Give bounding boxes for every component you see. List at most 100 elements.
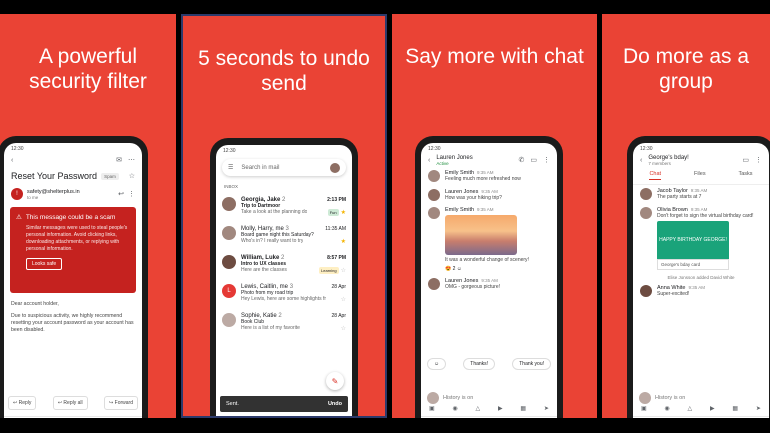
chat-message: Lauren Jones 9:35 AM How was your hiking t… [421, 186, 557, 205]
headline: A powerful security filter [29, 45, 147, 93]
message-time: 9:35 AM [481, 277, 498, 283]
more-icon[interactable]: ⋮ [128, 190, 135, 198]
add-reaction-icon[interactable]: ☺ [457, 266, 462, 272]
more-icon[interactable]: ⋯ [128, 156, 135, 164]
star-icon[interactable]: ☆ [341, 267, 346, 274]
search-placeholder: Search in mail [241, 164, 280, 171]
email-row[interactable]: William, Luke 2 8:57 PM Intro to UX classe… [216, 251, 352, 280]
chat-message: Jacob Taylor 9:35 AM The party starts at … [633, 185, 769, 204]
more-icon[interactable]: ⋮ [543, 156, 550, 164]
chat-message: Anna White 9:35 AM Super-excited! [633, 282, 769, 301]
message-time: 9:35 AM [690, 206, 708, 212]
video-icon[interactable]: ▭ [530, 156, 537, 164]
status-time: 12:30 [11, 146, 24, 152]
reply-all-button[interactable]: ↩ Reply all [52, 396, 88, 410]
message-text: It was a wonderful change of scenery! [445, 257, 529, 263]
compose-placeholder[interactable]: History is on [443, 395, 473, 401]
video-icon[interactable]: ▭ [742, 156, 749, 164]
reply-button[interactable]: ↩ Reply [8, 396, 37, 410]
image-icon[interactable]: ▣ [429, 405, 435, 412]
star-icon[interactable]: ☆ [341, 296, 346, 303]
reaction-count: 2 [452, 265, 456, 272]
headline: Say more with chat [405, 45, 584, 68]
meet-icon[interactable]: ▶ [710, 405, 715, 412]
undo-button[interactable]: Undo [328, 401, 342, 407]
camera-icon[interactable]: ◉ [664, 405, 669, 412]
avatar [222, 255, 236, 269]
sunset-photo[interactable] [445, 215, 517, 255]
headline: Do more as a group [622, 45, 750, 93]
warning-title: This message could be a scam [25, 213, 116, 221]
looks-safe-button[interactable]: Looks safe [26, 258, 63, 270]
smart-reply-chip[interactable]: Thanks! [463, 358, 496, 370]
email-time: 8:57 PM [327, 255, 346, 261]
calendar-icon[interactable]: ▦ [520, 405, 526, 412]
reaction-row[interactable]: 😍 2 ☺ [445, 266, 529, 272]
compose-pencil-icon[interactable]: ✎ [326, 372, 344, 390]
send-icon[interactable]: ➤ [544, 405, 549, 412]
back-arrow-icon[interactable]: ‹ [640, 157, 642, 164]
panel-security: A powerful security filter 12:30 ‹ ✉ ⋯ R… [0, 14, 176, 418]
avatar[interactable] [330, 162, 340, 173]
avatar [428, 277, 440, 290]
avatar [640, 206, 652, 219]
meet-icon[interactable]: ▶ [498, 405, 503, 412]
back-arrow-icon[interactable]: ‹ [11, 157, 13, 164]
phone-security: 12:30 ‹ ✉ ⋯ Reset Your Password Spam ☆ !… [0, 136, 148, 418]
emoji-chip[interactable]: ☺ [427, 358, 447, 370]
avatar [639, 392, 651, 404]
drive-icon[interactable]: △ [476, 405, 481, 412]
compose-placeholder[interactable]: History is on [655, 395, 685, 401]
smart-reply-chip[interactable]: Thank you! [512, 358, 551, 370]
star-icon[interactable]: ★ [341, 238, 346, 245]
email-time: 11:35 AM [325, 226, 346, 232]
message-text: Feeling much more refreshed now [445, 176, 521, 182]
camera-icon[interactable]: ◉ [452, 405, 457, 412]
message-time: 9:35 AM [690, 188, 708, 193]
email-row[interactable]: Georgia, Jake 2 2:13 PM Trip to Dartmoor Ta… [216, 193, 352, 222]
menu-icon[interactable]: ☰ [228, 164, 233, 171]
message-time: 9:35 AM [477, 207, 494, 212]
mail-icon[interactable]: ✉ [116, 156, 122, 164]
star-icon[interactable]: ★ [341, 209, 346, 216]
star-icon[interactable]: ☆ [341, 325, 346, 332]
avatar [427, 392, 439, 404]
email-snippet: Take a look at the planning do [241, 209, 308, 215]
email-snippet: Who's in? I really want to try [241, 238, 304, 244]
send-icon[interactable]: ➤ [756, 405, 761, 412]
chat-message: Olivia Brown 9:35 AM Don't forget to sign… [633, 204, 769, 274]
image-icon[interactable]: ▣ [641, 405, 647, 412]
email-row[interactable]: L Lewis, Caitlin, me 3 28 Apr Photo from my… [216, 280, 352, 309]
calendar-icon[interactable]: ▦ [732, 405, 738, 412]
panel-chat: Say more with chat 12:30 ‹ Lauren Jones … [392, 14, 597, 418]
email-time: 28 Apr [331, 284, 346, 290]
message-author: Olivia Brown [657, 206, 688, 213]
message-time: 9:35 AM [688, 285, 705, 290]
tab-tasks[interactable]: Tasks [738, 171, 752, 180]
spam-badge: Spam [101, 172, 119, 180]
forward-button[interactable]: ↪ Forward [104, 396, 138, 410]
back-arrow-icon[interactable]: ‹ [428, 157, 430, 164]
drive-icon[interactable]: △ [688, 405, 693, 412]
more-icon[interactable]: ⋮ [755, 156, 762, 164]
tab-files[interactable]: Files [694, 171, 706, 180]
star-icon[interactable]: ☆ [129, 172, 135, 180]
reply-icon[interactable]: ↩ [118, 190, 124, 198]
panel-undo: 5 seconds to undo send 12:30 ☰ Search in… [181, 14, 387, 418]
card-label[interactable]: George's bday card [657, 259, 729, 270]
email-row[interactable]: Molly, Harry, me 3 11:35 AM Board game nig… [216, 222, 352, 251]
scam-warning: ⚠ This message could be a scam Similar me… [10, 207, 136, 293]
message-text: Don't forget to sign the virtual birthda… [657, 212, 754, 219]
search-bar[interactable]: ☰ Search in mail [222, 159, 346, 176]
phone-icon[interactable]: ✆ [519, 156, 525, 164]
avatar: L [222, 284, 236, 298]
email-row[interactable]: Sophie, Katie 2 28 Apr Book Club Here is a … [216, 309, 352, 338]
tab-chat[interactable]: Chat [649, 171, 662, 180]
avatar [640, 285, 652, 297]
label-tag: Learning [319, 267, 339, 274]
phone-chat: 12:30 ‹ Lauren Jones Active ✆ ▭ ⋮ Emily … [415, 136, 563, 418]
birthday-card[interactable]: HAPPY BIRTHDAY GEORGE! [657, 221, 729, 259]
thread-count: 2 [278, 313, 282, 319]
chat-message: Emily Smith 9:35 AM It was a wonderful cha… [421, 204, 557, 275]
avatar [222, 197, 236, 211]
